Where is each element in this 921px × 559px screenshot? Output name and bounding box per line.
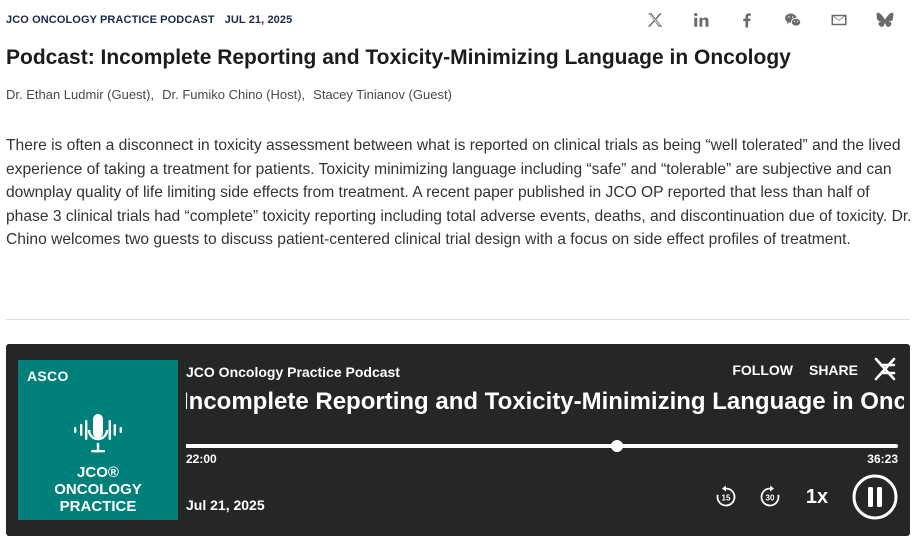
wechat-icon[interactable] (783, 10, 803, 30)
total-time: 36:23 (867, 452, 898, 466)
pause-icon (852, 474, 898, 520)
skip-forward-button[interactable]: 30 (758, 485, 782, 509)
playback-controls: 15 30 1x (714, 474, 898, 520)
podcast-label[interactable]: JCO ONCOLOGY PRACTICE PODCAST (6, 14, 215, 26)
facebook-icon[interactable] (737, 10, 757, 30)
progress-fill (186, 444, 617, 448)
article-meta: JCO ONCOLOGY PRACTICE PODCAST JUL 21, 20… (6, 14, 292, 26)
divider (6, 319, 910, 320)
episode-date: Jul 21, 2025 (186, 497, 265, 513)
cover-brand: ASCO (27, 368, 69, 384)
article-summary: There is often a disconnect in toxicity … (6, 137, 912, 248)
x-icon[interactable] (645, 10, 665, 30)
cover-title-line: JCO® (77, 464, 119, 481)
article-title: Podcast: Incomplete Reporting and Toxici… (6, 46, 791, 69)
share-button[interactable]: SHARE (809, 362, 858, 378)
linkedin-icon[interactable] (691, 10, 711, 30)
playback-speed-button[interactable]: 1x (802, 486, 832, 509)
skip-forward-seconds: 30 (766, 494, 775, 503)
player-actions: FOLLOW SHARE (732, 362, 858, 378)
bluesky-icon[interactable] (875, 10, 895, 30)
skip-back-button[interactable]: 15 (714, 485, 738, 509)
email-icon[interactable] (829, 10, 849, 30)
show-name[interactable]: JCO Oncology Practice Podcast (186, 364, 400, 380)
progress-handle[interactable] (610, 440, 623, 452)
podcast-cover-art: ASCO JCO® ONCOLOGY PRACTICE (18, 360, 178, 520)
share-bar (645, 10, 895, 30)
episode-title-text: Incomplete Reporting and Toxicity-Minimi… (186, 388, 904, 415)
author-list: Dr. Ethan Ludmir (Guest), Dr. Fumiko Chi… (6, 87, 452, 102)
author-name[interactable]: Dr. Ethan Ludmir (Guest), (6, 87, 154, 102)
pause-button[interactable] (852, 474, 898, 520)
podcast-player: ASCO JCO® ONCOLOGY PRACTICE JCO Oncology… (6, 344, 910, 536)
follow-button[interactable]: FOLLOW (732, 362, 793, 378)
skip-back-seconds: 15 (722, 494, 731, 503)
author-name[interactable]: Dr. Fumiko Chino (Host), (162, 87, 305, 102)
microphone-icon (74, 414, 122, 453)
progress-bar[interactable] (186, 440, 898, 452)
episode-title: Incomplete Reporting and Toxicity-Minimi… (186, 388, 904, 416)
elapsed-time: 22:00 (186, 452, 217, 466)
skip-back-15-icon: 15 (716, 485, 736, 507)
author-name[interactable]: Stacey Tinianov (Guest) (313, 87, 452, 102)
cover-title-line: ONCOLOGY (54, 481, 142, 498)
cover-title-line: PRACTICE (59, 498, 137, 515)
player-logo-icon[interactable] (872, 356, 898, 382)
publish-date: JUL 21, 2025 (224, 14, 293, 26)
skip-forward-30-icon: 30 (760, 485, 780, 507)
